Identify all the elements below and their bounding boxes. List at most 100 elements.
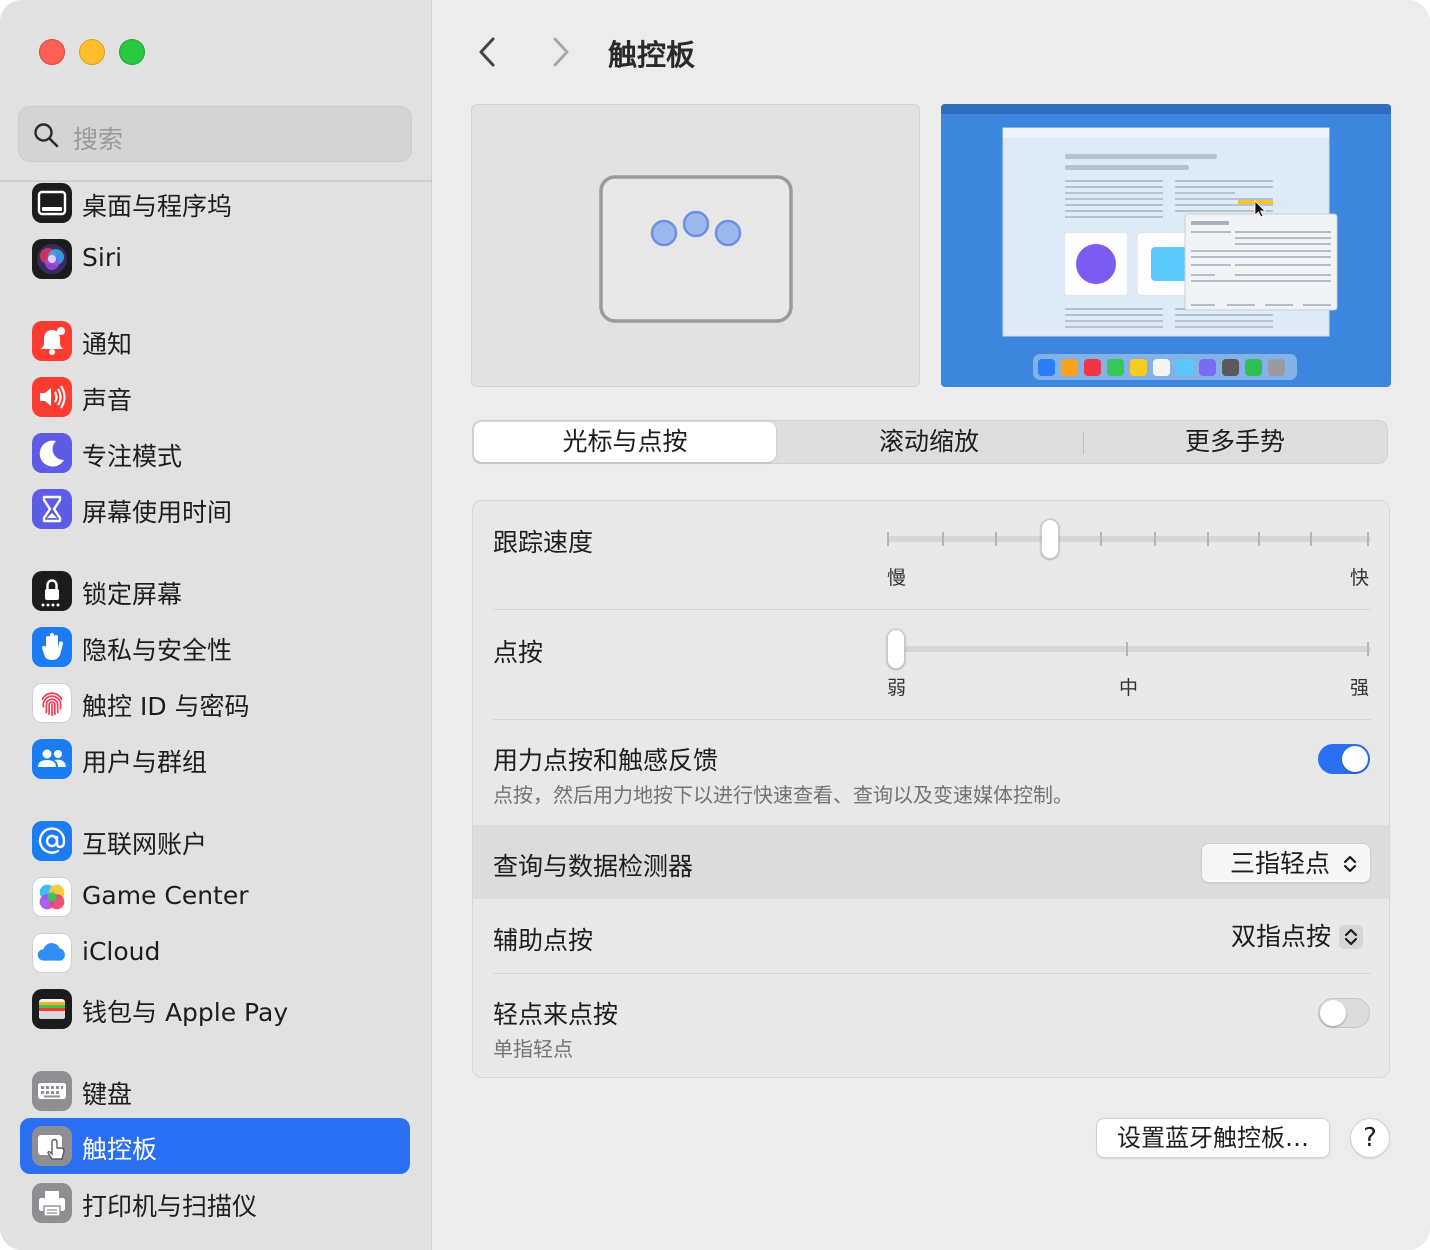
force-click-toggle[interactable]: [1318, 744, 1370, 774]
search-icon: [34, 123, 59, 148]
sidebar-item-label: 屏幕使用时间: [82, 498, 233, 527]
search-input[interactable]: 搜索: [18, 106, 412, 162]
tab-more-gestures[interactable]: 更多手势: [1084, 421, 1386, 463]
sidebar-item-game-center[interactable]: Game Center: [20, 869, 410, 925]
sidebar-item-icloud[interactable]: iCloud: [20, 925, 410, 981]
sidebar-item-printers-scanners[interactable]: 打印机与扫描仪: [20, 1175, 410, 1231]
siri-icon: [32, 239, 72, 279]
sidebar-item-label: 键盘: [82, 1080, 133, 1109]
sidebar-item-sound[interactable]: 声音: [20, 369, 410, 425]
moon-icon: [32, 433, 72, 473]
click-pressure-label: 点按: [493, 638, 544, 667]
sidebar-item-label: 通知: [82, 330, 133, 359]
sidebar-item-label: Game Center: [82, 881, 249, 910]
hourglass-icon: [32, 489, 72, 529]
forward-button[interactable]: [542, 34, 578, 70]
sidebar-item-label: 用户与群组: [82, 748, 208, 777]
sidebar-item-lock-screen[interactable]: 锁定屏幕: [20, 563, 410, 619]
sidebar-item-users-groups[interactable]: 用户与群组: [20, 731, 410, 787]
sidebar-item-label: 隐私与安全性: [82, 636, 233, 665]
click-pressure-knob[interactable]: [887, 629, 905, 669]
sidebar-item-screen-time[interactable]: 屏幕使用时间: [20, 481, 410, 537]
tab-scroll-zoom[interactable]: 滚动缩放: [778, 421, 1080, 463]
sidebar-item-siri[interactable]: Siri: [20, 231, 410, 287]
lookup-popup[interactable]: 三指轻点: [1201, 843, 1371, 883]
keyboard-icon: [32, 1071, 72, 1111]
tracking-speed-knob[interactable]: [1041, 519, 1059, 559]
wallet-icon: [32, 989, 72, 1029]
lookup-demo-illustration: [941, 104, 1391, 380]
sidebar-item-label: 锁定屏幕: [82, 580, 183, 609]
tap-to-click-label: 轻点来点按: [493, 1000, 619, 1029]
tab-point-click[interactable]: 光标与点按: [474, 422, 776, 462]
sidebar-item-label: 钱包与 Apple Pay: [82, 998, 289, 1027]
force-click-description: 点按，然后用力地按下以进行快速查看、查询以及变速媒体控制。: [493, 783, 1073, 807]
tab-bar: 光标与点按 滚动缩放 更多手势: [472, 420, 1388, 464]
tap-to-click-toggle[interactable]: [1318, 998, 1370, 1028]
divider: [493, 719, 1371, 720]
speaker-icon: [32, 377, 72, 417]
sidebar-item-desktop-dock[interactable]: 桌面与程序坞: [20, 175, 410, 231]
chevron-updown-icon: [1343, 855, 1357, 873]
hand-icon: [32, 627, 72, 667]
sidebar-item-label: 触控 ID 与密码: [82, 692, 250, 721]
sidebar: 搜索 桌面与程序坞 Siri 通知 声音 专注模式 屏幕使用时间 锁定屏幕 隐私…: [0, 0, 432, 1250]
settings-card: 跟踪速度 慢 快 点按 弱 中 强 用力点按和触感反馈 点按，然后用力地按下以进…: [472, 500, 1390, 1078]
click-weak-label: 弱: [887, 677, 907, 699]
sidebar-item-label: 触控板: [82, 1135, 158, 1164]
minimize-window-button[interactable]: [79, 39, 105, 65]
chevron-updown-icon: [1339, 925, 1363, 949]
secondary-click-popup[interactable]: 双指点按: [1201, 917, 1371, 957]
lookup-popup-value: 三指轻点: [1229, 849, 1330, 878]
divider: [493, 973, 1371, 974]
game-center-icon: [32, 877, 72, 917]
gesture-preview: [471, 104, 920, 387]
sidebar-item-label: 桌面与程序坞: [82, 192, 233, 221]
sidebar-item-keyboard[interactable]: 键盘: [20, 1063, 410, 1119]
tracking-speed-slider[interactable]: [887, 515, 1371, 563]
printer-icon: [32, 1183, 72, 1223]
lookup-label: 查询与数据检测器: [493, 852, 694, 881]
click-strong-label: 强: [1350, 677, 1370, 699]
at-icon: [32, 821, 72, 861]
close-window-button[interactable]: [39, 39, 65, 65]
sidebar-item-internet-accounts[interactable]: 互联网账户: [20, 813, 410, 869]
sidebar-item-touch-id[interactable]: 触控 ID 与密码: [20, 675, 410, 731]
sidebar-item-label: 声音: [82, 386, 133, 415]
sidebar-item-label: 互联网账户: [82, 830, 208, 859]
back-button[interactable]: [470, 34, 506, 70]
sidebar-item-focus[interactable]: 专注模式: [20, 425, 410, 481]
divider: [493, 609, 1371, 610]
setup-bluetooth-trackpad-button[interactable]: 设置蓝牙触控板…: [1096, 1118, 1330, 1158]
fingerprint-icon: [32, 683, 72, 723]
sidebar-item-label: Siri: [82, 243, 123, 272]
secondary-click-label: 辅助点按: [493, 926, 594, 955]
chevron-right-icon: [553, 37, 569, 67]
screen-preview: [941, 104, 1391, 387]
tracking-speed-label: 跟踪速度: [493, 528, 594, 557]
sidebar-item-privacy-security[interactable]: 隐私与安全性: [20, 619, 410, 675]
tracking-min-label: 慢: [887, 567, 907, 589]
sidebar-item-label: iCloud: [82, 937, 161, 966]
force-click-label: 用力点按和触感反馈: [493, 746, 719, 775]
bell-icon: [32, 321, 72, 361]
lock-icon: [32, 571, 72, 611]
sidebar-item-notifications[interactable]: 通知: [20, 313, 410, 369]
help-button[interactable]: ?: [1350, 1118, 1390, 1158]
click-medium-label: 中: [1119, 677, 1139, 699]
tap-to-click-description: 单指轻点: [493, 1037, 573, 1061]
cloud-icon: [32, 933, 72, 973]
page-title: 触控板: [608, 38, 696, 72]
settings-window: 搜索 桌面与程序坞 Siri 通知 声音 专注模式 屏幕使用时间 锁定屏幕 隐私…: [0, 0, 1430, 1250]
zoom-window-button[interactable]: [119, 39, 145, 65]
dock-icon: [32, 183, 72, 223]
click-pressure-slider[interactable]: [887, 625, 1371, 673]
tracking-max-label: 快: [1350, 567, 1370, 589]
chevron-left-icon: [479, 37, 495, 67]
sidebar-item-wallet[interactable]: 钱包与 Apple Pay: [20, 981, 410, 1037]
sidebar-item-trackpad[interactable]: 触控板: [20, 1118, 410, 1174]
secondary-click-value: 双指点按: [1230, 922, 1331, 951]
sidebar-item-label: 打印机与扫描仪: [82, 1192, 258, 1221]
trackpad-icon: [32, 1126, 72, 1166]
sidebar-item-label: 专注模式: [82, 442, 183, 471]
